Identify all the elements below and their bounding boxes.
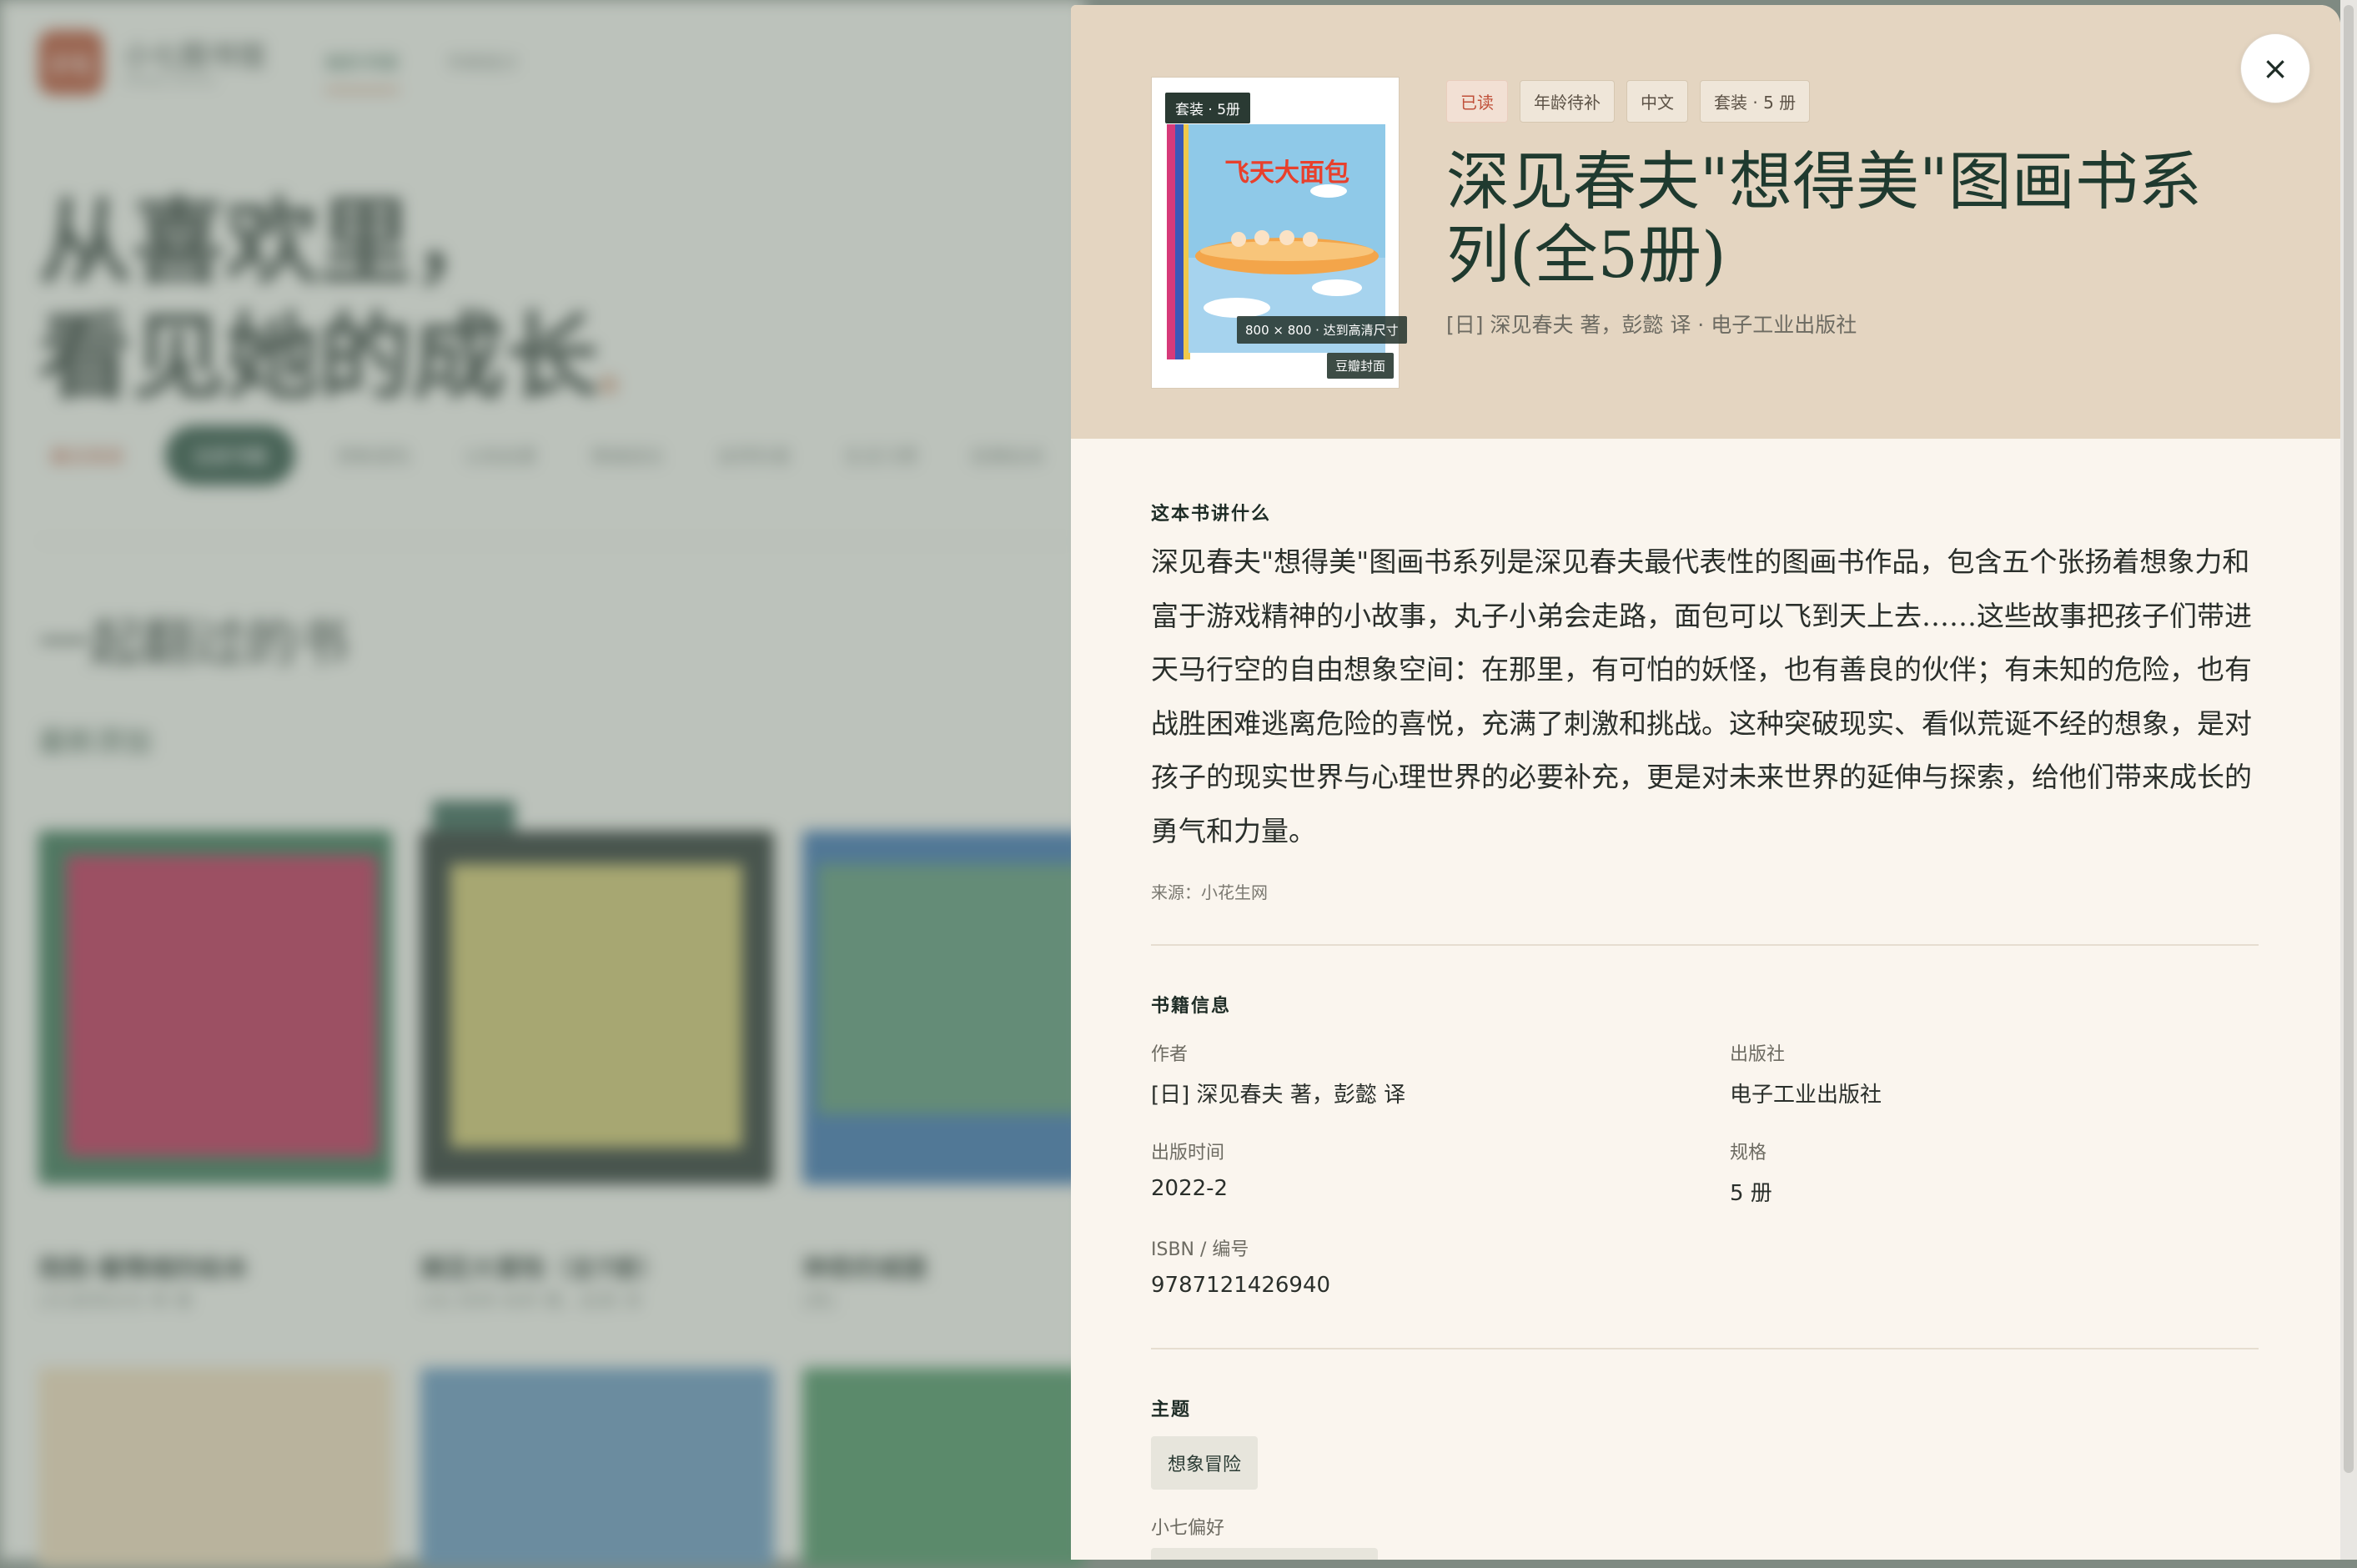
filter-chip-all[interactable]: 全部书籍: [165, 425, 296, 485]
book-card[interactable]: [420, 1368, 774, 1568]
book-card-title: 抱抱·着情绪的绘本: [38, 1254, 249, 1284]
cover-resolution-note: 800 × 800 · 达到高清尺寸: [1237, 316, 1407, 344]
info-author: 作者 [日] 深见春夫 著，彭懿 译: [1151, 1044, 1406, 1108]
cover-source-badge: 豆瓣封面: [1327, 353, 1395, 379]
brand-name: 小七图书馆: [123, 40, 265, 73]
divider: [1151, 944, 2259, 946]
book-tags: 已读 年龄待补 中文 套装 · 5 册: [1446, 80, 1811, 123]
filter-chip[interactable]: 情绪成长: [579, 427, 676, 484]
info-isbn: ISBN / 编号 9787121426940: [1151, 1239, 1331, 1298]
book-card-title: 豌豆大冒险（全7册）: [420, 1254, 663, 1284]
filter-chip[interactable]: 经典绘本: [959, 427, 1056, 484]
theme-chip[interactable]: 想象冒险: [1151, 1436, 1259, 1490]
background-app: 小七 小七图书馆 Xiaoqi Library 她的书架 书单统计 从喜欢里， …: [0, 0, 1084, 1568]
book-summary: 深见春夫"想得美"图画书系列是深见春夫最代表性的图画书作品，包含五个张扬着想象力…: [1151, 545, 2252, 847]
divider: [38, 540, 1073, 542]
info-heading: 书籍信息: [1151, 996, 1232, 1017]
filter-chip[interactable]: 自然科普: [706, 427, 802, 484]
section-title: 一起翻过的书: [38, 612, 349, 673]
volume-tag: 套装 · 5 册: [1700, 80, 1811, 123]
book-card-subtitle: [日]宫西达也 等 著: [38, 1291, 193, 1312]
book-card[interactable]: [802, 1368, 1084, 1568]
close-icon: ×: [2262, 50, 2289, 87]
book-cover[interactable]: 飞天大面包 套装 · 5册 800 × 800 · 达到高清尺寸 豆瓣封面: [1151, 77, 1407, 389]
close-button[interactable]: ×: [2240, 33, 2310, 103]
book-card[interactable]: [38, 1368, 392, 1568]
language-tag: 中文: [1626, 80, 1688, 123]
app-logo: 小七: [38, 30, 103, 95]
book-detail-modal: 飞天大面包 套装 · 5册 800 × 800 · 达到高清尺寸 豆瓣封面 已读…: [1071, 5, 2340, 1560]
nav-tab-stats[interactable]: 书单统计: [445, 48, 519, 75]
filter-chip[interactable]: 认知启蒙: [452, 427, 549, 484]
brand-subtitle: Xiaoqi Library: [123, 72, 216, 88]
summary-source: 来源：小花生网: [1151, 882, 1268, 902]
book-card[interactable]: [802, 831, 1084, 1184]
info-publisher: 出版社 电子工业出版社: [1730, 1044, 1882, 1108]
preference-heading: 小七偏好: [1151, 1518, 1225, 1539]
subsection-title: 最新添加: [38, 726, 152, 759]
book-card-subtitle: [英]: [802, 1291, 836, 1312]
cover-title-text: 飞天大面包: [1224, 158, 1349, 188]
set-badge: 套装 · 5册: [1165, 93, 1251, 123]
filter-chip[interactable]: 生活习惯: [832, 427, 929, 484]
scrollbar[interactable]: [2340, 0, 2357, 1560]
hero-heading: 从喜欢里， 看见她的成长。: [38, 188, 649, 412]
book-card[interactable]: [420, 831, 774, 1184]
info-format: 规格 5 册: [1730, 1143, 1772, 1206]
book-author-publisher: [日] 深见春夫 著，彭懿 译 · 电子工业出版社: [1446, 313, 1857, 337]
book-title: 深见春夫"想得美"图画书系列(全5册): [1446, 144, 2202, 292]
theme-heading: 主题: [1151, 1400, 1192, 1420]
scrollbar-thumb[interactable]: [2344, 5, 2354, 1473]
preference-chip[interactable]: [1151, 1548, 1378, 1560]
status-badge-read: 已读: [1446, 80, 1508, 123]
filter-chip[interactable]: 想象冒险: [325, 427, 422, 484]
summary-heading: 这本书讲什么: [1151, 504, 1272, 525]
book-card-title: 神奇的城堡: [802, 1254, 927, 1284]
book-card-subtitle: [法] 凯特·肖邦 著，赵英 译: [420, 1291, 642, 1312]
book-card[interactable]: [38, 831, 392, 1184]
nav-tab-bookshelf[interactable]: 她的书架: [325, 48, 400, 92]
age-tag: 年龄待补: [1520, 80, 1615, 123]
filter-chips: 最近阅读 全部书籍 想象冒险 认知启蒙 情绪成长 自然科普 生活习惯 经典绘本: [38, 425, 1056, 485]
info-publish-date: 出版时间 2022-2: [1151, 1143, 1229, 1201]
modal-header: 飞天大面包 套装 · 5册 800 × 800 · 达到高清尺寸 豆瓣封面 已读…: [1071, 5, 2340, 439]
divider: [1151, 1348, 2259, 1349]
filter-chip-recent[interactable]: 最近阅读: [38, 427, 135, 484]
card-badge: [432, 801, 515, 831]
